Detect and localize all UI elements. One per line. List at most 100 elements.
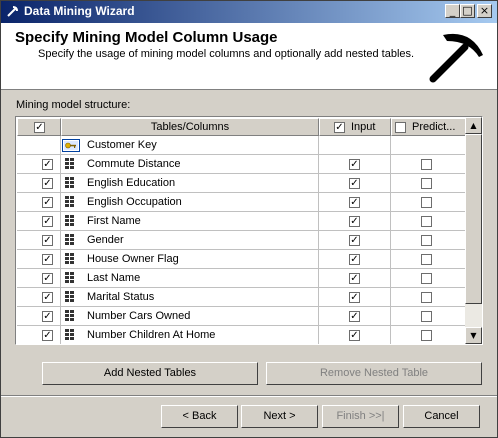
tables-columns-header: Tables/Columns	[61, 118, 319, 136]
predict-cell	[391, 136, 466, 155]
row-select-checkbox[interactable]: ✓	[42, 311, 53, 322]
column-name-cell: House Owner Flag	[61, 250, 319, 269]
input-all-checkbox[interactable]: ✓	[334, 122, 345, 133]
predict-checkbox[interactable]	[421, 216, 432, 227]
wizard-header: Specify Mining Model Column Usage Specif…	[1, 23, 497, 90]
row-select-checkbox[interactable]: ✓	[42, 254, 53, 265]
scroll-down-arrow-icon[interactable]: ▼	[465, 327, 482, 344]
row-select-checkbox[interactable]: ✓	[42, 330, 53, 341]
predict-checkbox[interactable]	[421, 235, 432, 246]
table-row[interactable]: Customer Key	[17, 136, 466, 155]
next-button[interactable]: Next >	[241, 405, 318, 428]
predict-cell	[391, 250, 466, 269]
table-row[interactable]: ✓ Marital Status ✓	[17, 288, 466, 307]
column-name: Number Cars Owned	[87, 310, 191, 322]
input-checkbox[interactable]: ✓	[349, 273, 360, 284]
input-cell: ✓	[319, 212, 391, 231]
vertical-scrollbar[interactable]: ▲ ▼	[465, 117, 482, 344]
row-select-checkbox[interactable]: ✓	[42, 178, 53, 189]
column-name: First Name	[87, 215, 141, 227]
finish-button[interactable]: Finish >>|	[322, 405, 399, 428]
column-usage-grid: ✓ Tables/Columns ✓ Input Predict... Cust…	[15, 116, 483, 345]
column-name-cell: Number Children At Home	[61, 326, 319, 344]
page-subtitle: Specify the usage of mining model column…	[38, 48, 415, 60]
predict-checkbox[interactable]	[421, 254, 432, 265]
back-button[interactable]: < Back	[161, 405, 238, 428]
input-cell: ✓	[319, 269, 391, 288]
column-name: Gender	[87, 234, 124, 246]
window-title: Data Mining Wizard	[24, 4, 135, 18]
row-select-checkbox[interactable]: ✓	[42, 273, 53, 284]
input-cell: ✓	[319, 307, 391, 326]
row-select-cell: ✓	[17, 307, 61, 326]
input-checkbox[interactable]: ✓	[349, 159, 360, 170]
wizard-window: Data Mining Wizard _ □ × Specify Mining …	[0, 0, 498, 438]
predict-header-label: Predict...	[412, 121, 456, 133]
predict-checkbox[interactable]	[421, 159, 432, 170]
predict-checkbox[interactable]	[421, 178, 432, 189]
input-checkbox[interactable]: ✓	[349, 197, 360, 208]
table-row[interactable]: ✓ Commute Distance ✓	[17, 155, 466, 174]
table-row[interactable]: ✓ House Owner Flag ✓	[17, 250, 466, 269]
remove-nested-table-button[interactable]: Remove Nested Table	[266, 362, 482, 385]
cancel-button[interactable]: Cancel	[403, 405, 480, 428]
predict-checkbox[interactable]	[421, 311, 432, 322]
select-all-checkbox[interactable]: ✓	[34, 122, 45, 133]
predict-cell	[391, 231, 466, 250]
row-select-cell: ✓	[17, 288, 61, 307]
input-checkbox[interactable]: ✓	[349, 235, 360, 246]
scroll-thumb[interactable]	[465, 134, 482, 304]
row-select-checkbox[interactable]: ✓	[42, 292, 53, 303]
add-nested-tables-button[interactable]: Add Nested Tables	[42, 362, 258, 385]
column-name: Last Name	[87, 272, 141, 284]
predict-header: Predict...	[391, 118, 466, 136]
input-checkbox[interactable]: ✓	[349, 254, 360, 265]
row-select-checkbox[interactable]: ✓	[42, 216, 53, 227]
column-name: English Education	[87, 177, 176, 189]
predict-checkbox[interactable]	[421, 273, 432, 284]
table-row[interactable]: ✓ English Occupation ✓	[17, 193, 466, 212]
predict-checkbox[interactable]	[421, 292, 432, 303]
scroll-up-arrow-icon[interactable]: ▲	[465, 117, 482, 134]
row-select-cell: ✓	[17, 212, 61, 231]
page-title: Specify Mining Model Column Usage	[15, 29, 278, 46]
input-checkbox[interactable]: ✓	[349, 330, 360, 341]
table-row[interactable]: ✓ English Education ✓	[17, 174, 466, 193]
table-row[interactable]: ✓ First Name ✓	[17, 212, 466, 231]
select-all-header: ✓	[17, 118, 61, 136]
input-checkbox[interactable]: ✓	[349, 311, 360, 322]
column-name: Marital Status	[87, 291, 155, 303]
column-name-cell: English Education	[61, 174, 319, 193]
column-name: Number Children At Home	[87, 329, 216, 341]
footer-separator	[1, 395, 497, 397]
column-name: English Occupation	[87, 196, 182, 208]
predict-cell	[391, 212, 466, 231]
predict-cell	[391, 288, 466, 307]
predict-all-checkbox[interactable]	[395, 122, 406, 133]
input-checkbox[interactable]: ✓	[349, 216, 360, 227]
input-checkbox[interactable]: ✓	[349, 292, 360, 303]
row-select-checkbox[interactable]: ✓	[42, 235, 53, 246]
close-button[interactable]: ×	[477, 4, 492, 18]
predict-cell	[391, 326, 466, 344]
table-row[interactable]: ✓ Number Children At Home ✓	[17, 326, 466, 344]
input-cell: ✓	[319, 250, 391, 269]
input-cell: ✓	[319, 174, 391, 193]
input-checkbox[interactable]: ✓	[349, 178, 360, 189]
minimize-button[interactable]: _	[445, 4, 460, 18]
row-select-checkbox[interactable]: ✓	[42, 159, 53, 170]
predict-cell	[391, 193, 466, 212]
table-row[interactable]: ✓ Gender ✓	[17, 231, 466, 250]
row-select-cell: ✓	[17, 193, 61, 212]
predict-checkbox[interactable]	[421, 197, 432, 208]
table-row[interactable]: ✓ Last Name ✓	[17, 269, 466, 288]
table-row[interactable]: ✓ Number Cars Owned ✓	[17, 307, 466, 326]
row-select-checkbox[interactable]: ✓	[42, 197, 53, 208]
column-name: House Owner Flag	[87, 253, 179, 265]
column-name-cell: Marital Status	[61, 288, 319, 307]
column-name-cell: English Occupation	[61, 193, 319, 212]
maximize-button[interactable]: □	[460, 4, 475, 18]
column-name-cell: Commute Distance	[61, 155, 319, 174]
predict-checkbox[interactable]	[421, 330, 432, 341]
input-cell: ✓	[319, 326, 391, 344]
